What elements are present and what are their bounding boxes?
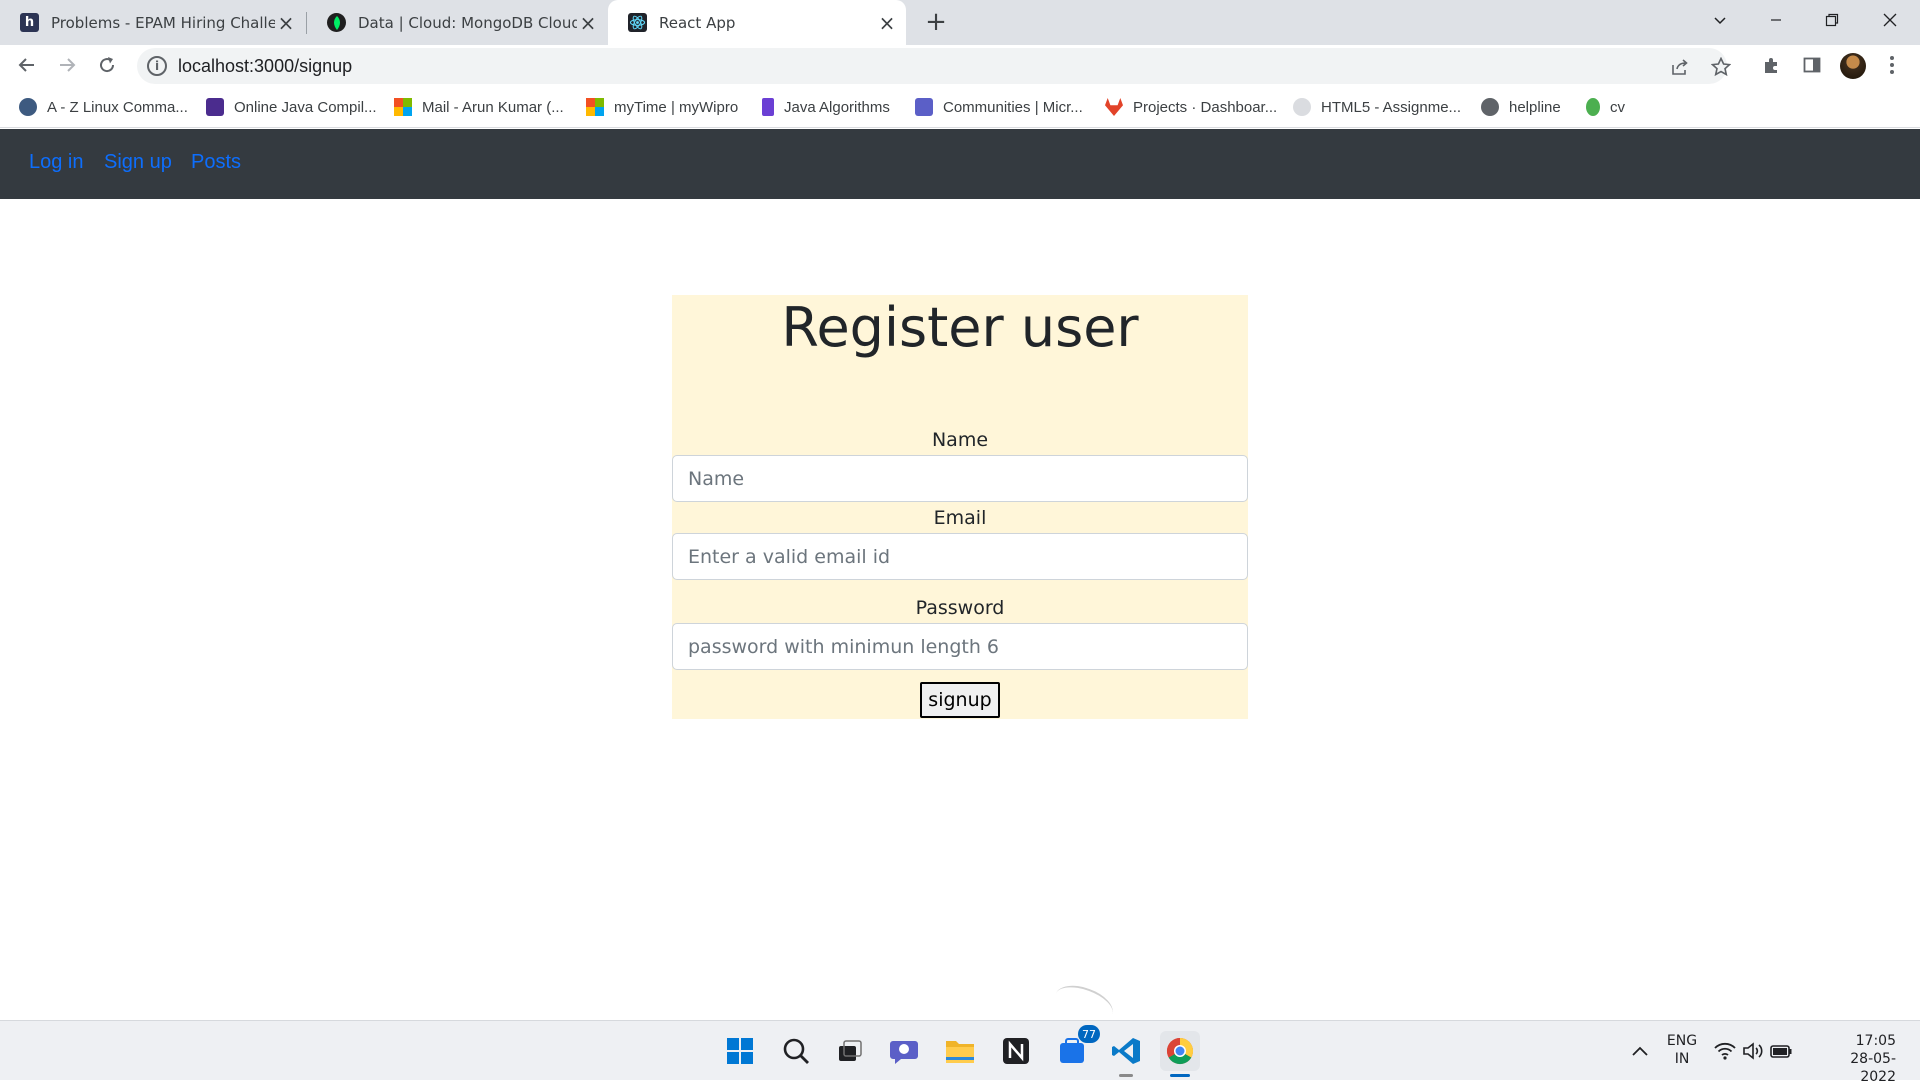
forward-button[interactable] bbox=[51, 49, 83, 81]
app-navbar: Log in Sign up Posts bbox=[0, 129, 1920, 199]
address-bar[interactable]: i localhost:3000/signup bbox=[137, 48, 1731, 84]
store-icon[interactable]: 77 bbox=[1052, 1025, 1100, 1071]
language-indicator[interactable]: ENG IN bbox=[1664, 1032, 1700, 1068]
reload-button[interactable] bbox=[91, 49, 123, 81]
close-icon[interactable]: × bbox=[876, 11, 898, 35]
password-input[interactable] bbox=[672, 623, 1248, 670]
clock-date: 28-05-2022 bbox=[1850, 1051, 1896, 1085]
teams-icon bbox=[915, 98, 933, 116]
bookmark-icon bbox=[206, 98, 224, 116]
name-input[interactable] bbox=[672, 455, 1248, 502]
bookmarks-bar: A - Z Linux Comma... Online Java Compil.… bbox=[0, 85, 1920, 128]
bookmark-label: Communities | Micr... bbox=[943, 98, 1083, 116]
bookmark-projects[interactable]: Projects · Dashboar... bbox=[1105, 96, 1277, 118]
url-text: localhost:3000/signup bbox=[178, 56, 353, 76]
region-code: IN bbox=[1674, 1051, 1690, 1067]
new-tab-button[interactable]: + bbox=[922, 6, 950, 38]
profile-avatar[interactable] bbox=[1840, 53, 1866, 79]
windows-taskbar: 77 ENG IN 17:05 28-05-2022 bbox=[0, 1020, 1920, 1085]
bookmark-label: helpline bbox=[1509, 98, 1561, 116]
chrome-icon[interactable] bbox=[1160, 1031, 1200, 1077]
bookmark-html5[interactable]: HTML5 - Assignme... bbox=[1293, 96, 1461, 118]
system-tray-icons[interactable] bbox=[1708, 1031, 1798, 1071]
email-input[interactable] bbox=[672, 533, 1248, 580]
password-label: Password bbox=[915, 597, 1005, 619]
task-view-icon[interactable] bbox=[830, 1031, 870, 1071]
side-panel-icon[interactable] bbox=[1796, 49, 1828, 81]
bookmark-mytime[interactable]: myTime | myWipro bbox=[586, 96, 738, 118]
chevron-up-icon[interactable] bbox=[1620, 1031, 1660, 1071]
hackerearth-icon: h bbox=[20, 13, 39, 32]
search-icon[interactable] bbox=[776, 1031, 816, 1071]
bookmark-icon bbox=[1293, 98, 1311, 116]
share-icon[interactable] bbox=[1668, 55, 1692, 79]
bookmark-communities[interactable]: Communities | Micr... bbox=[915, 96, 1083, 118]
extensions-icon[interactable] bbox=[1756, 49, 1788, 81]
tab-mongodb[interactable]: Data | Cloud: MongoDB Cloud × bbox=[307, 0, 607, 45]
close-icon[interactable]: × bbox=[275, 11, 297, 35]
tab-title: Data | Cloud: MongoDB Cloud bbox=[358, 13, 577, 32]
bookmark-cv[interactable]: cv bbox=[1586, 96, 1625, 118]
bookmark-helpline[interactable]: helpline bbox=[1481, 96, 1561, 118]
file-explorer-icon[interactable] bbox=[940, 1031, 980, 1071]
bookmark-icon bbox=[762, 98, 774, 116]
menu-kebab-icon[interactable] bbox=[1876, 49, 1908, 81]
bookmark-icon bbox=[19, 98, 37, 116]
notion-icon[interactable] bbox=[996, 1031, 1036, 1071]
notification-badge: 77 bbox=[1078, 1025, 1100, 1043]
bookmark-label: cv bbox=[1610, 98, 1625, 116]
bookmark-java-compiler[interactable]: Online Java Compil... bbox=[206, 96, 377, 118]
bookmark-icon bbox=[1586, 98, 1600, 116]
close-icon[interactable]: × bbox=[577, 11, 599, 35]
globe-icon bbox=[1481, 98, 1499, 116]
start-icon[interactable] bbox=[720, 1031, 760, 1071]
running-indicator bbox=[1119, 1074, 1133, 1077]
tab-react-app[interactable]: React App × bbox=[608, 0, 906, 45]
teams-chat-icon[interactable] bbox=[884, 1031, 924, 1071]
bookmark-label: HTML5 - Assignme... bbox=[1321, 98, 1462, 116]
active-indicator bbox=[1170, 1074, 1190, 1077]
bookmark-label: Java Algorithms bbox=[784, 98, 890, 116]
bookmark-label: myTime | myWipro bbox=[614, 98, 739, 116]
close-window-button[interactable] bbox=[1862, 0, 1918, 40]
bookmark-label: A - Z Linux Comma... bbox=[47, 98, 188, 116]
bookmark-label: Online Java Compil... bbox=[234, 98, 377, 116]
microsoft-icon bbox=[586, 98, 604, 116]
email-label: Email bbox=[933, 507, 987, 529]
name-label: Name bbox=[931, 429, 989, 451]
signup-button[interactable]: signup bbox=[920, 682, 1000, 718]
bookmark-label: Projects · Dashboar... bbox=[1133, 98, 1278, 116]
bookmark-java-algorithms[interactable]: Java Algorithms bbox=[762, 96, 890, 118]
browser-toolbar: i localhost:3000/signup bbox=[0, 45, 1920, 85]
nav-login-link[interactable]: Log in bbox=[29, 151, 84, 174]
register-form: Register user Name Email Password signup bbox=[672, 295, 1248, 719]
bookmark-star-icon[interactable] bbox=[1709, 55, 1733, 79]
bookmark-linux[interactable]: A - Z Linux Comma... bbox=[19, 96, 188, 118]
back-button[interactable] bbox=[11, 49, 43, 81]
nav-posts-link[interactable]: Posts bbox=[191, 151, 241, 174]
microsoft-icon bbox=[394, 98, 412, 116]
tab-strip: h Problems - EPAM Hiring Challenge × Dat… bbox=[0, 0, 1920, 45]
battery-icon bbox=[1770, 1045, 1792, 1058]
bookmark-mail[interactable]: Mail - Arun Kumar (... bbox=[394, 96, 564, 118]
bookmark-label: Mail - Arun Kumar (... bbox=[422, 98, 564, 116]
vscode-icon[interactable] bbox=[1106, 1031, 1146, 1077]
restore-button[interactable] bbox=[1804, 0, 1860, 40]
info-icon[interactable]: i bbox=[147, 56, 167, 76]
language-code: ENG bbox=[1666, 1033, 1698, 1049]
tab-search-icon[interactable] bbox=[1692, 0, 1748, 40]
minimize-button[interactable] bbox=[1748, 0, 1804, 40]
form-title: Register user bbox=[781, 296, 1139, 359]
wifi-icon bbox=[1714, 1042, 1736, 1060]
clock-time: 17:05 bbox=[1855, 1033, 1896, 1049]
tab-epam[interactable]: h Problems - EPAM Hiring Challenge × bbox=[0, 0, 305, 45]
clock[interactable]: 17:05 28-05-2022 bbox=[1816, 1032, 1906, 1086]
mongodb-icon bbox=[327, 13, 346, 32]
tab-title: React App bbox=[659, 13, 736, 32]
volume-icon bbox=[1743, 1042, 1763, 1060]
react-icon bbox=[628, 13, 647, 32]
gitlab-icon bbox=[1105, 98, 1123, 116]
tab-title: Problems - EPAM Hiring Challenge bbox=[51, 13, 275, 32]
nav-signup-link[interactable]: Sign up bbox=[104, 151, 172, 174]
